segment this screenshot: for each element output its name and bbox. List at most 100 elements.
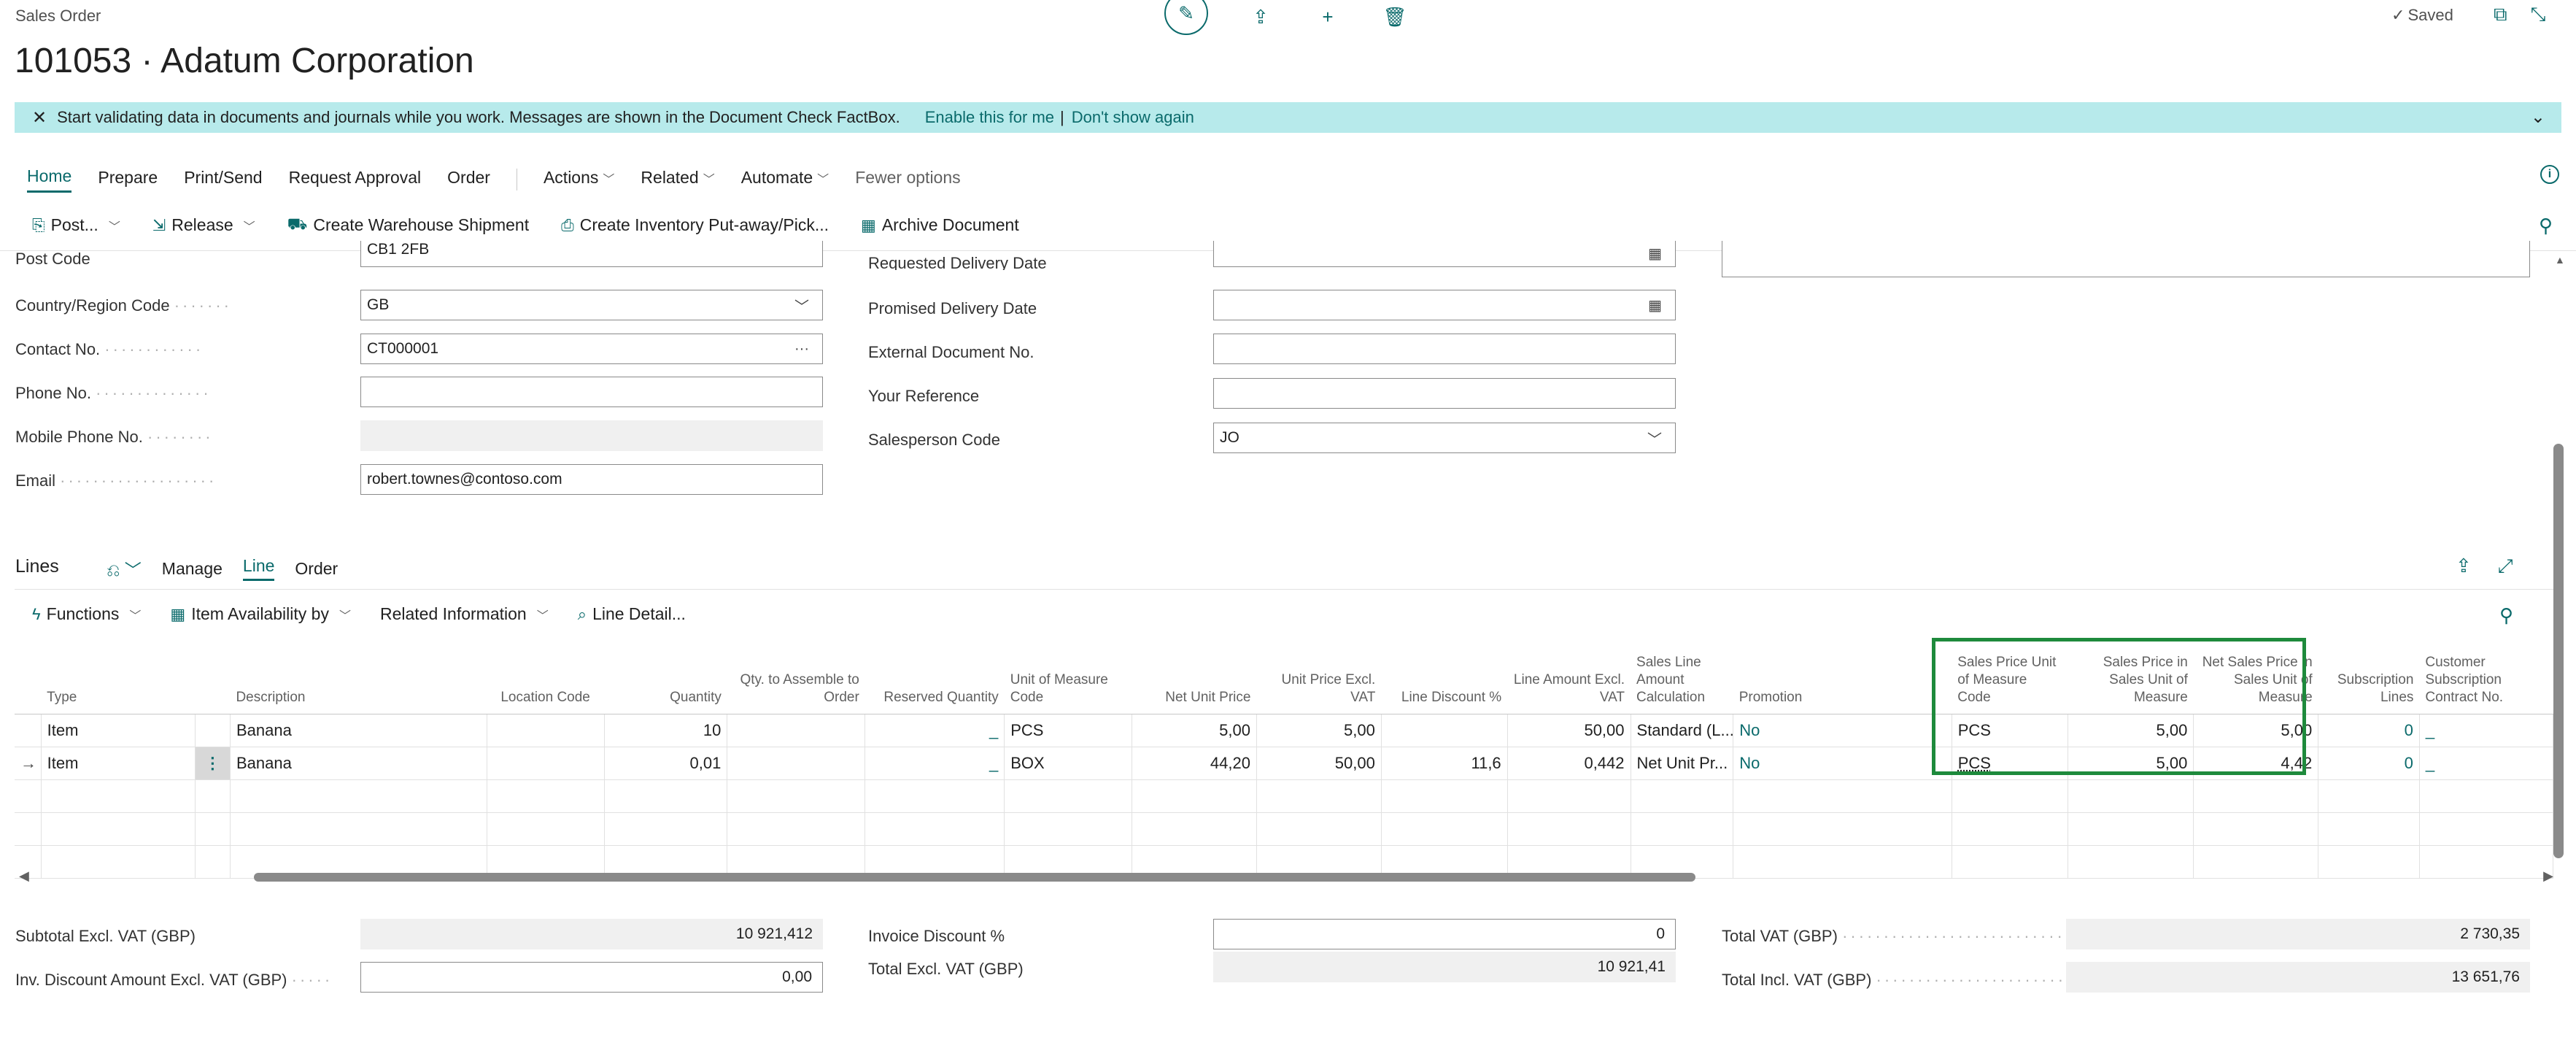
contact-field[interactable]: CT000001 ··· <box>360 334 823 364</box>
cell-calc[interactable]: Standard (L... <box>1631 714 1734 747</box>
tab-prepare[interactable]: Prepare <box>98 168 158 192</box>
cell-promotion[interactable]: No <box>1733 714 1952 747</box>
cell-sp-uom[interactable]: PCS <box>1952 714 2068 747</box>
cell-quantity[interactable]: 10 <box>604 714 728 747</box>
chevron-down-icon[interactable]: ⌄ <box>2531 107 2545 128</box>
cell-reserved[interactable]: _ <box>865 747 1005 780</box>
cell-type[interactable]: Item <box>41 747 196 780</box>
scrollbar-thumb[interactable] <box>2553 444 2564 858</box>
enable-link[interactable]: Enable this for me <box>925 108 1054 127</box>
cell-line-amount[interactable]: 50,00 <box>1507 714 1631 747</box>
col-type[interactable]: Type <box>41 638 196 714</box>
tab-automate[interactable]: Automate ﹀ <box>741 168 829 192</box>
edit-icon[interactable]: ✎ <box>1164 0 1208 35</box>
scroll-right-icon[interactable]: ▶ <box>2543 868 2553 884</box>
inv-discount-amount-field[interactable]: 0,00 <box>360 962 823 993</box>
requested-delivery-field[interactable]: ▦ <box>1213 241 1676 267</box>
cell-sp-sales-uom[interactable]: 5,00 <box>2068 714 2194 747</box>
col-sales-price-sales-uom[interactable]: Sales Price in Sales Unit of Measure <box>2068 638 2194 714</box>
col-qty-assemble[interactable]: Qty. to Assemble to Order <box>727 638 865 714</box>
cell-qty-assemble[interactable] <box>727 747 866 780</box>
tab-actions[interactable]: Actions ﹀ <box>544 168 614 192</box>
cell-subscription-lines[interactable]: 0 <box>2318 747 2420 780</box>
horizontal-scrollbar[interactable]: ◀ ▶ <box>15 868 2553 886</box>
col-unit-price[interactable]: Unit Price Excl. VAT <box>1256 638 1382 714</box>
col-sales-price-uom[interactable]: Sales Price Unit of Measure Code <box>1952 638 2068 714</box>
create-inventory-putaway-button[interactable]: ⎙ Create Inventory Put-away/Pick... <box>561 215 829 235</box>
open-new-window-icon[interactable]: ⧉ <box>2494 3 2507 26</box>
post-code-field[interactable]: CB1 2FB <box>360 241 823 267</box>
empty-row[interactable] <box>15 779 2554 813</box>
more-icon[interactable]: ··· <box>794 341 809 358</box>
cell-uom[interactable]: BOX <box>1004 747 1133 780</box>
invoice-discount-pct-field[interactable]: 0 <box>1213 919 1676 949</box>
cell-net-unit-price[interactable]: 5,00 <box>1132 714 1257 747</box>
cell-net-sp-sales-uom[interactable]: 4,42 <box>2193 747 2319 780</box>
col-reserved-qty[interactable]: Reserved Quantity <box>865 638 1005 714</box>
cell-contract-no[interactable]: _ <box>2419 714 2554 747</box>
promised-delivery-field[interactable]: ▦ <box>1213 290 1676 320</box>
cell-description[interactable]: Banana <box>230 747 487 780</box>
col-net-unit-price[interactable]: Net Unit Price <box>1132 638 1257 714</box>
cell-promotion[interactable]: No <box>1733 747 1952 780</box>
add-icon[interactable]: + <box>1313 2 1342 31</box>
col-line-amount[interactable]: Line Amount Excl. VAT <box>1507 638 1631 714</box>
table-row[interactable]: → Item ⋮ Banana 0,01 _ BOX 44,20 50,00 1… <box>15 747 2554 780</box>
create-warehouse-shipment-button[interactable]: ⛟ Create Warehouse Shipment <box>287 215 529 236</box>
lines-views-icon[interactable]: ⎌ ﹀ <box>107 556 142 581</box>
col-line-discount[interactable]: Line Discount % <box>1381 638 1508 714</box>
col-location-code[interactable]: Location Code <box>487 638 605 714</box>
tab-line[interactable]: Line <box>242 556 275 581</box>
col-sales-line-calc[interactable]: Sales Line Amount Calculation <box>1631 638 1733 714</box>
fewer-options-button[interactable]: Fewer options <box>855 168 960 192</box>
cell-line-amount[interactable]: 0,442 <box>1507 747 1631 780</box>
cell-net-sp-sales-uom[interactable]: 5,00 <box>2193 714 2319 747</box>
item-availability-button[interactable]: ▦ Item Availability by ﹀ <box>170 604 351 624</box>
cell-net-unit-price[interactable]: 44,20 <box>1132 747 1257 780</box>
tab-request-approval[interactable]: Request Approval <box>289 168 422 192</box>
archive-document-button[interactable]: ▦ Archive Document <box>861 215 1019 235</box>
cell-sp-sales-uom[interactable]: 5,00 <box>2068 747 2194 780</box>
cell-line-discount[interactable] <box>1381 714 1508 747</box>
expand-icon[interactable]: ⤢ <box>2498 555 2513 578</box>
scroll-up-icon[interactable]: ▲ <box>2555 254 2565 266</box>
info-icon[interactable]: i <box>2540 165 2559 184</box>
country-select[interactable]: GB ﹀ <box>360 290 823 320</box>
line-detail-button[interactable]: ⌕ Line Detail... <box>578 604 686 624</box>
scrollbar-thumb[interactable] <box>254 873 1695 882</box>
col-uom[interactable]: Unit of Measure Code <box>1004 638 1132 714</box>
close-icon[interactable]: ✕ <box>32 107 47 128</box>
cell-description[interactable]: Banana <box>230 714 487 747</box>
external-doc-field[interactable] <box>1213 334 1676 364</box>
address-field[interactable] <box>1722 241 2530 277</box>
pin-icon[interactable]: ⚲ <box>2499 604 2513 627</box>
tab-manage[interactable]: Manage <box>162 559 223 579</box>
pin-icon[interactable]: ⚲ <box>2539 215 2553 237</box>
cell-unit-price[interactable]: 50,00 <box>1256 747 1382 780</box>
release-button[interactable]: ⇲ Release ﹀ <box>152 215 255 235</box>
delete-icon[interactable]: 🗑 <box>1380 2 1409 31</box>
col-quantity[interactable]: Quantity <box>604 638 727 714</box>
post-button[interactable]: ⎘ Post... ﹀ <box>32 215 120 235</box>
empty-row[interactable] <box>15 812 2554 846</box>
cell-sp-uom[interactable]: PCS <box>1952 747 2068 780</box>
scroll-left-icon[interactable]: ◀ <box>19 868 29 884</box>
cell-contract-no[interactable]: _ <box>2419 747 2554 780</box>
vertical-scrollbar[interactable]: ▲ <box>2553 254 2565 1028</box>
collapse-icon[interactable]: ⤡ <box>2531 3 2546 26</box>
col-net-sales-price-sales-uom[interactable]: Net Sales Price in Sales Unit of Measure <box>2193 638 2318 714</box>
tab-order[interactable]: Order <box>447 168 490 192</box>
share-icon[interactable]: ⇪ <box>1246 2 1275 31</box>
calendar-icon[interactable]: ▦ <box>1648 296 1662 315</box>
table-row[interactable]: Item Banana 10 _ PCS 5,00 5,00 50,00 Sta… <box>15 714 2554 747</box>
cell-qty-assemble[interactable] <box>727 714 866 747</box>
cell-calc[interactable]: Net Unit Pr... <box>1631 747 1734 780</box>
related-information-button[interactable]: Related Information ﹀ <box>380 604 549 624</box>
chevron-down-icon[interactable]: ﹀ <box>109 217 120 234</box>
cell-line-discount[interactable]: 11,6 <box>1381 747 1508 780</box>
cell-reserved[interactable]: _ <box>865 714 1005 747</box>
cell-location[interactable] <box>487 747 605 780</box>
share-icon[interactable]: ⇪ <box>2456 555 2472 578</box>
cell-subscription-lines[interactable]: 0 <box>2318 714 2420 747</box>
col-promotion[interactable]: Promotion <box>1733 638 1952 714</box>
